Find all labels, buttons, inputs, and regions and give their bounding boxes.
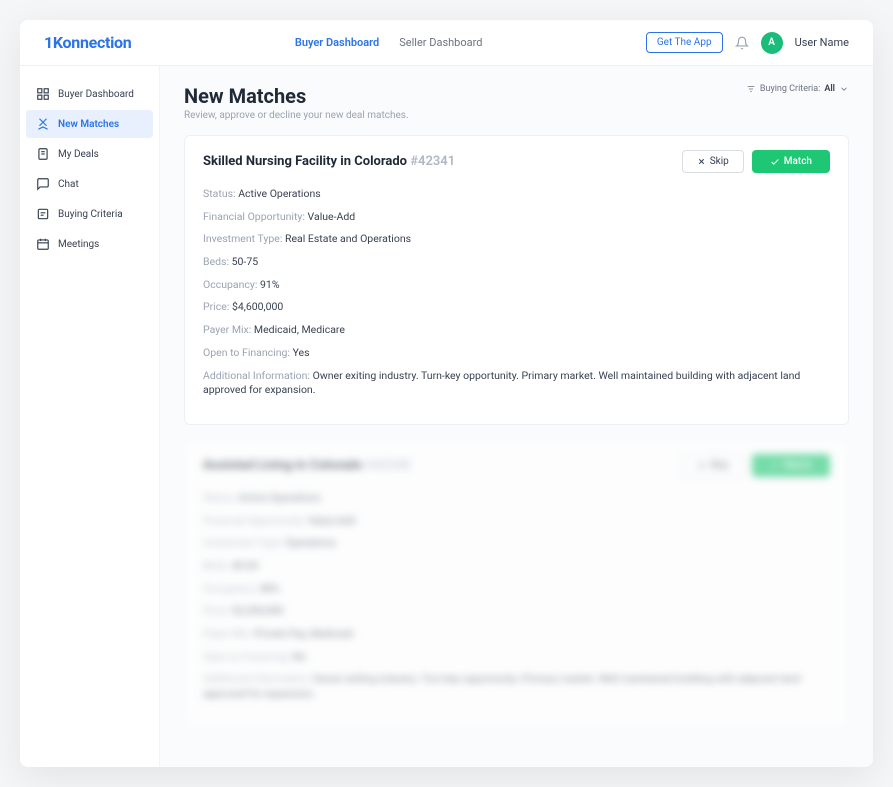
sidebar-item-buyer-dashboard[interactable]: Buyer Dashboard	[26, 80, 153, 108]
match-title-text: Skilled Nursing Facility in Colorado	[203, 154, 407, 169]
sidebar-item-label: Meetings	[58, 239, 99, 250]
detail-open-to-financing: Open to Financing: Yes	[203, 346, 830, 361]
chevron-down-icon	[839, 84, 849, 94]
detail-price: Price: $4,600,000	[203, 300, 830, 315]
detail-beds: Beds: 40-60	[203, 559, 830, 574]
sidebar-item-label: Buyer Dashboard	[58, 89, 134, 100]
detail-additional-info: Additional Information: Owner exiting in…	[203, 672, 830, 701]
sidebar-item-new-matches[interactable]: New Matches	[26, 110, 153, 138]
match-title-text: Assisted Living in Colorado	[203, 458, 362, 473]
detail-financial-opportunity: Financial Opportunity: Value-Add	[203, 210, 830, 225]
match-deal-id: #42340	[366, 458, 411, 473]
filter-icon	[746, 84, 756, 94]
tab-seller-dashboard[interactable]: Seller Dashboard	[399, 32, 482, 53]
match-label: Match	[784, 460, 812, 471]
dashboard-tabs: Buyer Dashboard Seller Dashboard	[295, 32, 483, 53]
sidebar-item-my-deals[interactable]: My Deals	[26, 140, 153, 168]
app-window: 1Konnection Buyer Dashboard Seller Dashb…	[20, 20, 873, 767]
skip-label: Skip	[710, 460, 729, 471]
brand-logo[interactable]: 1Konnection	[44, 33, 131, 52]
detail-investment-type: Investment Type: Operations	[203, 536, 830, 551]
main-content: New Matches Review, approve or decline y…	[160, 66, 873, 767]
detail-status: Status: Active Operations	[203, 491, 830, 506]
match-deal-id: #42341	[410, 154, 455, 169]
detail-investment-type: Investment Type: Real Estate and Operati…	[203, 232, 830, 247]
page-title: New Matches	[184, 84, 409, 108]
check-icon	[770, 460, 780, 470]
notifications-icon[interactable]	[735, 36, 749, 50]
sidebar-item-buying-criteria[interactable]: Buying Criteria	[26, 200, 153, 228]
detail-occupancy: Occupancy: 88%	[203, 582, 830, 597]
sidebar-item-label: Buying Criteria	[58, 209, 123, 220]
dashboard-icon	[36, 87, 50, 101]
sidebar-item-label: Chat	[58, 179, 79, 190]
top-bar: 1Konnection Buyer Dashboard Seller Dashb…	[20, 20, 873, 66]
match-actions: Skip Match	[682, 150, 830, 173]
topbar-right: Get The App A User Name	[646, 32, 849, 54]
get-the-app-button[interactable]: Get The App	[646, 32, 723, 53]
sidebar-item-label: My Deals	[58, 149, 99, 160]
match-card-header: Skilled Nursing Facility in Colorado #42…	[203, 150, 830, 173]
match-card-locked: Assisted Living in Colorado #42340 Skip …	[184, 439, 849, 729]
detail-beds: Beds: 50-75	[203, 255, 830, 270]
skip-button[interactable]: Skip	[682, 150, 744, 173]
sidebar-item-meetings[interactable]: Meetings	[26, 230, 153, 258]
close-icon	[697, 157, 706, 166]
match-label: Match	[784, 156, 812, 167]
user-avatar[interactable]: A	[761, 32, 783, 54]
check-icon	[770, 157, 780, 167]
match-button[interactable]: Match	[752, 454, 830, 477]
sidebar-item-label: New Matches	[58, 119, 119, 130]
matches-icon	[36, 117, 50, 131]
match-button[interactable]: Match	[752, 150, 830, 173]
skip-button[interactable]: Skip	[682, 454, 744, 477]
detail-status: Status: Active Operations	[203, 187, 830, 202]
user-name-label[interactable]: User Name	[795, 36, 849, 49]
detail-price: Price: $3,200,000	[203, 604, 830, 619]
skip-label: Skip	[710, 156, 729, 167]
detail-additional-info: Additional Information: Owner exiting in…	[203, 369, 830, 398]
app-body: Buyer Dashboard New Matches My Deals Cha…	[20, 66, 873, 767]
page-subtitle: Review, approve or decline your new deal…	[184, 110, 409, 121]
chat-icon	[36, 177, 50, 191]
detail-payer-mix: Payer Mix: Medicaid, Medicare	[203, 323, 830, 338]
sidebar-item-chat[interactable]: Chat	[26, 170, 153, 198]
match-actions: Skip Match	[682, 454, 830, 477]
criteria-filter-label: Buying Criteria:	[760, 84, 820, 94]
criteria-filter-value: All	[824, 84, 835, 94]
page-heading-block: New Matches Review, approve or decline y…	[184, 84, 409, 121]
sidebar: Buyer Dashboard New Matches My Deals Cha…	[20, 66, 160, 767]
match-card-header: Assisted Living in Colorado #42340 Skip …	[203, 454, 830, 477]
calendar-icon	[36, 237, 50, 251]
detail-financial-opportunity: Financial Opportunity: Value-Add	[203, 514, 830, 529]
deals-icon	[36, 147, 50, 161]
tab-buyer-dashboard[interactable]: Buyer Dashboard	[295, 32, 379, 53]
page-heading-row: New Matches Review, approve or decline y…	[184, 84, 849, 121]
match-title: Assisted Living in Colorado #42340	[203, 458, 411, 473]
detail-occupancy: Occupancy: 91%	[203, 278, 830, 293]
close-icon	[697, 461, 706, 470]
match-title: Skilled Nursing Facility in Colorado #42…	[203, 154, 455, 169]
criteria-icon	[36, 207, 50, 221]
match-card: Skilled Nursing Facility in Colorado #42…	[184, 135, 849, 425]
detail-open-to-financing: Open to Financing: No	[203, 650, 830, 665]
detail-payer-mix: Payer Mix: Private Pay, Medicaid	[203, 627, 830, 642]
buying-criteria-filter[interactable]: Buying Criteria: All	[746, 84, 849, 94]
